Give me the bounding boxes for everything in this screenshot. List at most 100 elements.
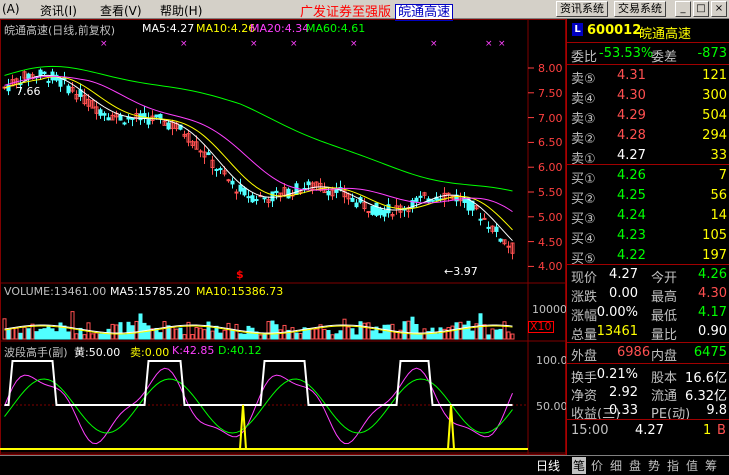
book-price: 4.23 (617, 228, 646, 243)
book-price: 4.26 (617, 168, 646, 183)
extra-row: 收益(三) 0.33 PE(动) 9.8 (567, 401, 729, 422)
book-row: 买⑤ 4.22 197 (567, 246, 729, 267)
restore-button[interactable]: □ (693, 1, 709, 17)
book-vol: 300 (702, 88, 727, 103)
volume-bar (238, 333, 243, 340)
close-button[interactable]: × (711, 1, 727, 17)
volume-bar (498, 328, 503, 340)
stat-value: 4.27 (609, 267, 638, 282)
book-label: 卖④ (571, 92, 596, 107)
volume-bar (42, 328, 47, 340)
candle-body (242, 187, 247, 196)
candle-body (270, 191, 275, 202)
book-label: 买④ (571, 232, 596, 247)
menu-item-info[interactable]: 资讯(I) (40, 2, 77, 19)
menu-item-help[interactable]: 帮助(H) (160, 2, 202, 19)
candle-body (154, 114, 159, 118)
volume-bar (366, 322, 371, 340)
volume-bar (118, 322, 123, 340)
bottom-tab-bar: 日线 笔价细盘势指值筹 (0, 455, 729, 475)
volume-bar (470, 330, 475, 340)
stat-value: 4.30 (698, 286, 727, 301)
volume-bar (6, 328, 11, 340)
quote-tab[interactable]: 筹 (705, 457, 717, 474)
volume-bar (198, 327, 203, 340)
volume-bar (494, 329, 499, 340)
volume-bar (206, 321, 211, 340)
stat-label: 总量 (571, 328, 598, 343)
book-price: 4.29 (617, 108, 646, 123)
menu-item-view[interactable]: 查看(V) (100, 2, 142, 19)
stat-label: 量比 (651, 328, 678, 343)
volume-bar (38, 328, 43, 340)
volume-bar (450, 325, 455, 340)
candle-body (294, 183, 299, 195)
quote-tab[interactable]: 指 (667, 457, 679, 474)
signal-dot: × (350, 39, 358, 49)
indicator-title: 波段高手(副) (4, 346, 68, 359)
volume-bar (182, 334, 187, 340)
volume-bar (162, 321, 167, 340)
volume-bar (218, 332, 223, 340)
volume-bar (210, 330, 215, 340)
volume-bar (446, 327, 451, 340)
candle-body (42, 71, 47, 74)
info-system-button[interactable]: 资讯系统 (556, 1, 608, 17)
price-tick: 7.50 (538, 86, 563, 100)
extra-value: 9.8 (706, 403, 727, 418)
price-tick: 5.50 (538, 186, 563, 199)
candle-body (214, 168, 219, 171)
signal-dot: × (250, 39, 258, 49)
candle-body (166, 122, 171, 130)
book-label: 买① (571, 172, 596, 187)
candle-body (326, 190, 331, 196)
price-tick: 7.00 (538, 111, 563, 125)
candle-body (234, 191, 239, 194)
minimize-button[interactable]: _ (675, 1, 691, 17)
price-tick: 8.00 (538, 62, 563, 75)
stock-header: L 600012 皖通高速 (567, 21, 729, 42)
stat-row: 现价 4.27 今开 4.26 (567, 265, 729, 286)
waipan-value: 6986 (617, 345, 651, 360)
book-price: 4.30 (617, 88, 646, 103)
ma5-label: MA5:4.27 (142, 22, 195, 35)
book-vol: 105 (702, 228, 727, 243)
book-label: 卖③ (571, 112, 596, 127)
volume-bar (54, 331, 59, 340)
quote-tab[interactable]: 笔 (572, 457, 587, 474)
volume-bar (414, 323, 419, 340)
signal-dot: × (498, 39, 506, 49)
stock-name: 皖通高速 (639, 27, 692, 42)
book-vol: 7 (718, 168, 727, 183)
volume-bar (158, 332, 163, 340)
quote-tab[interactable]: 细 (610, 457, 622, 474)
volume-bar (226, 322, 231, 340)
ind-tick-50: 50.00 (536, 400, 568, 413)
book-vol: 121 (702, 68, 727, 83)
volume-bar (234, 323, 239, 340)
quote-tab[interactable]: 盘 (629, 457, 641, 474)
quote-tab[interactable]: 值 (686, 457, 698, 474)
period-tab[interactable]: 日线 (536, 457, 560, 474)
quote-tab[interactable]: 价 (591, 457, 603, 474)
volume-bar (22, 326, 27, 340)
volume-bar (170, 326, 175, 340)
candle-body (230, 180, 235, 185)
book-price: 4.25 (617, 188, 646, 203)
waipan-label: 外盘 (571, 349, 598, 364)
volume-bar (94, 332, 99, 340)
candle-body (102, 113, 107, 116)
candle-body (250, 195, 255, 203)
volume-bar (294, 332, 299, 340)
menu-item-a[interactable]: (A) (2, 2, 20, 16)
candle-body (382, 209, 387, 217)
indicator-sell: 卖:0.00 (130, 346, 170, 359)
candle-body (254, 199, 259, 202)
quote-tab[interactable]: 势 (648, 457, 660, 474)
volume-bar (202, 329, 207, 340)
candle-body (246, 196, 251, 199)
book-vol: 56 (710, 188, 727, 203)
trade-system-button[interactable]: 交易系统 (614, 1, 666, 17)
volume-bar (90, 333, 95, 340)
kline-chart[interactable]: × × × × × × × × (0, 19, 566, 455)
